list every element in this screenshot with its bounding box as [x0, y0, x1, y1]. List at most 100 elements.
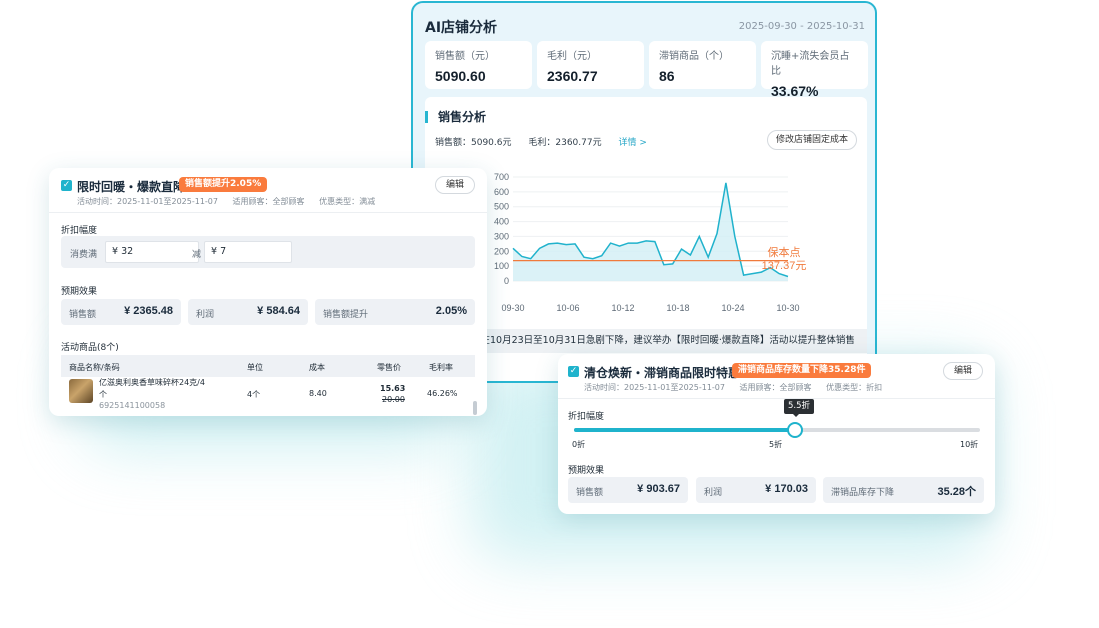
y-tick-label: 100 [494, 261, 509, 271]
product-unit: 4个 [247, 390, 261, 399]
effect-sales: 销售额 ¥ 2365.48 [61, 299, 181, 325]
effect-value: 35.28个 [937, 486, 976, 498]
promo-type: 优惠类型：满减 [319, 197, 376, 206]
effect-stock-drop: 滞销品库存下降 35.28个 [823, 477, 984, 503]
y-tick-label: 300 [494, 231, 509, 241]
effect-sales: 销售额 ¥ 903.67 [568, 477, 688, 503]
divider [558, 398, 995, 399]
x-tick-label: 10-30 [776, 303, 799, 313]
promo-card-clearance: ✓ 清仓焕新・滞销商品限时特惠 滞销商品库存数量下降35.28件 活动时间：20… [558, 354, 995, 514]
promo-badge: 销售额提升2.05% [179, 177, 268, 192]
check-icon[interactable]: ✓ [568, 366, 579, 377]
effect-title: 预期效果 [61, 287, 98, 297]
minus-label: 减 [192, 250, 202, 260]
kpi-value: 86 [659, 68, 675, 84]
y-tick-label: 700 [494, 172, 509, 182]
product-old-price: 20.00 [382, 395, 405, 404]
x-tick-label: 10-18 [666, 303, 689, 313]
effect-sales-lift: 销售额提升 2.05% [315, 299, 475, 325]
table-scrollbar[interactable] [473, 401, 477, 415]
kpi-label: 销售额（元） [435, 51, 495, 62]
slider-fill [574, 428, 798, 432]
spend-threshold-input[interactable]: ¥ 32 [105, 241, 199, 263]
kpi-value: 5090.60 [435, 68, 486, 84]
break-even-value: 137.37元 [762, 260, 807, 272]
break-even-title: 保本点 [768, 245, 801, 259]
kpi-label: 滞销商品（个） [659, 51, 729, 62]
discount-title: 折扣幅度 [568, 412, 605, 422]
discount-slider-track[interactable] [574, 428, 980, 432]
effect-value: 2.05% [435, 305, 467, 317]
effect-label: 销售额 [576, 488, 604, 498]
kpi-gross-profit: 毛利（元） 2360.77 [537, 41, 644, 89]
slider-tick-max: 10折 [960, 440, 979, 449]
product-barcode: 6925141100058 [99, 401, 166, 410]
effect-label: 利润 [196, 310, 215, 320]
promo-card-warm-up: ✓ 限时回暖・爆款直降 销售额提升2.05% 活动时间：2025-11-01至2… [49, 168, 487, 416]
effect-label: 滞销品库存下降 [831, 488, 895, 498]
minus-amount-input[interactable]: ¥ 7 [204, 241, 292, 263]
date-range: 2025-09-30 - 2025-10-31 [738, 21, 865, 32]
effect-value: ¥ 903.67 [637, 483, 680, 495]
edit-button[interactable]: 编辑 [943, 362, 983, 380]
kpi-slow-moving: 滞销商品（个） 86 [649, 41, 756, 89]
column-header: 零售价 [377, 363, 401, 372]
promo-title: 清仓焕新・滞销商品限时特惠 [584, 366, 741, 380]
kpi-label: 毛利（元） [547, 51, 597, 62]
goods-title: 活动商品(8个) [61, 343, 119, 353]
y-tick-label: 400 [494, 217, 509, 227]
column-header: 毛利率 [429, 363, 453, 372]
discount-title: 折扣幅度 [61, 226, 98, 236]
slider-tick-min: 0折 [572, 440, 586, 449]
promo-customers: 适用顾客：全部顾客 [739, 383, 812, 392]
spend-label: 消费满 [70, 250, 98, 260]
kpi-member-ratio: 沉睡+流失会员占比 33.67% [761, 41, 868, 99]
product-thumbnail [69, 379, 93, 403]
effect-value: ¥ 2365.48 [124, 305, 173, 317]
column-header: 商品名称/条码 [69, 363, 120, 372]
kpi-value: 2360.77 [547, 68, 598, 84]
column-header: 单位 [247, 363, 263, 372]
edit-button[interactable]: 编辑 [435, 176, 475, 194]
product-name: 亿滋奥利奥香草味碎杯24克/4 [99, 378, 205, 387]
effect-profit: 利润 ¥ 584.64 [188, 299, 308, 325]
slider-tooltip: 5.5折 [784, 399, 815, 417]
promo-type: 优惠类型：折扣 [826, 383, 883, 392]
effect-label: 销售额提升 [323, 310, 369, 320]
promo-badge: 滞销商品库存数量下降35.28件 [732, 363, 872, 378]
promo-meta: 活动时间：2025-11-01至2025-11-07 适用顾客：全部顾客 优惠类… [77, 196, 387, 207]
table-header: 商品名称/条码 单位 成本 零售价 毛利率 [61, 355, 475, 377]
column-header: 成本 [309, 363, 325, 372]
x-tick-label: 10-06 [556, 303, 579, 313]
y-tick-label: 600 [494, 187, 509, 197]
ai-advice-text: 额在10月23日至10月31日急剧下降，建议举办【限时回暖·爆款直降】活动以提升… [469, 329, 867, 353]
product-name-cont: 个 [99, 390, 107, 399]
effect-label: 利润 [704, 488, 723, 498]
x-tick-label: 10-24 [721, 303, 744, 313]
promo-customers: 适用顾客：全部顾客 [232, 197, 305, 206]
discount-rule-box: 消费满 ¥ 32 减 ¥ 7 [61, 236, 475, 268]
effect-value: ¥ 584.64 [257, 305, 300, 317]
promo-meta: 活动时间：2025-11-01至2025-11-07 适用顾客：全部顾客 优惠类… [584, 382, 894, 393]
promo-time: 活动时间：2025-11-01至2025-11-07 [584, 383, 725, 392]
product-price: 15.63 [380, 384, 406, 393]
effect-value: ¥ 170.03 [765, 483, 808, 495]
slider-tick-mid: 5折 [769, 440, 783, 449]
kpi-sales: 销售额（元） 5090.60 [425, 41, 532, 89]
effect-label: 销售额 [69, 310, 97, 320]
divider [49, 212, 487, 213]
x-tick-label: 10-12 [611, 303, 634, 313]
slider-handle[interactable] [787, 422, 803, 438]
y-tick-label: 500 [494, 202, 509, 212]
product-cost: 8.40 [309, 389, 327, 398]
product-margin: 46.26% [427, 389, 458, 398]
y-tick-label: 0 [504, 276, 509, 286]
y-tick-label: 200 [494, 246, 509, 256]
x-tick-label: 09-30 [501, 303, 524, 313]
effect-profit: 利润 ¥ 170.03 [696, 477, 816, 503]
ai-panel-title: AI店铺分析 [425, 20, 498, 36]
promo-time: 活动时间：2025-11-01至2025-11-07 [77, 197, 218, 206]
promo-title: 限时回暖・爆款直降 [77, 180, 186, 194]
effect-title: 预期效果 [568, 466, 605, 476]
check-icon[interactable]: ✓ [61, 180, 72, 191]
